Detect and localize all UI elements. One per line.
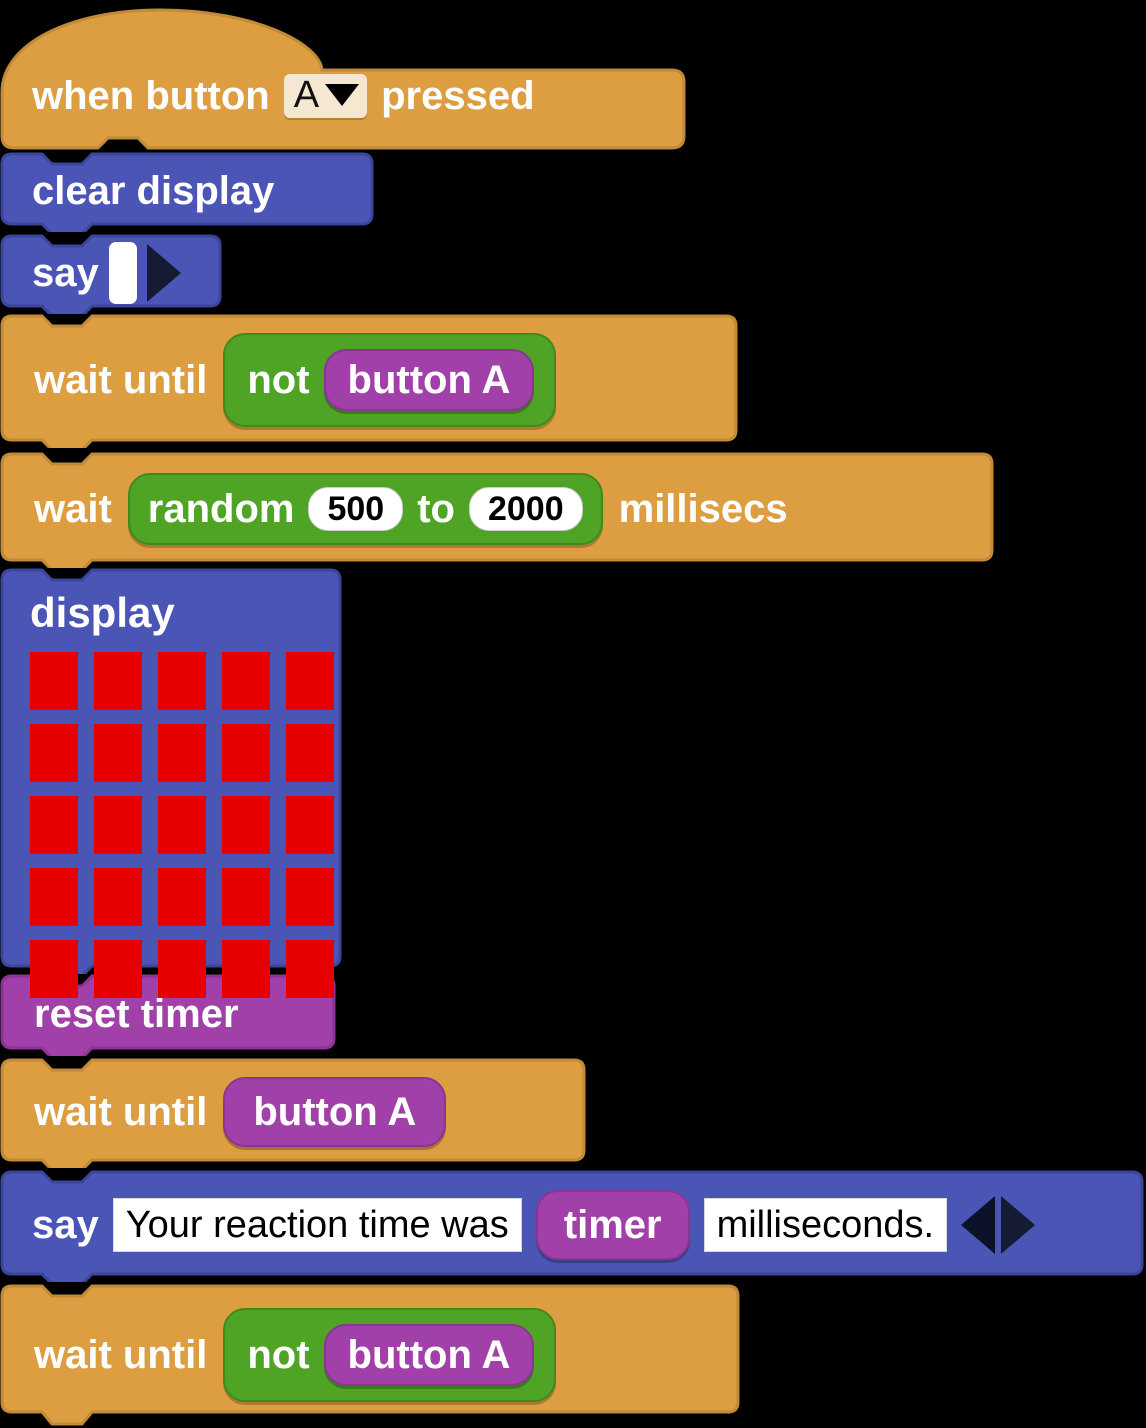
led-cell-4-0[interactable]: [30, 940, 78, 998]
wait-until-label: wait until: [34, 358, 208, 402]
button-a-sensor-block[interactable]: button A: [223, 1077, 447, 1147]
random-to-input[interactable]: 2000: [468, 487, 583, 531]
led-cell-1-1[interactable]: [94, 724, 142, 782]
expand-collapse-arrows[interactable]: [961, 1196, 1036, 1254]
collapse-arrow-left-icon[interactable]: [961, 1196, 996, 1254]
random-label: random: [147, 487, 295, 531]
timer-reporter-block[interactable]: timer: [535, 1190, 690, 1260]
led-cell-1-3[interactable]: [222, 724, 270, 782]
expand-arrow-right-icon[interactable]: [1001, 1196, 1036, 1254]
when-button-label-before: when button: [32, 74, 270, 118]
led-cell-3-1[interactable]: [94, 868, 142, 926]
say-label: say: [32, 251, 99, 295]
random-reporter-block[interactable]: random 500 to 2000: [127, 473, 603, 545]
wait-label: wait: [34, 487, 112, 531]
timer-reporter-label: timer: [563, 1203, 662, 1247]
random-to-label: to: [417, 487, 455, 531]
led-cell-4-4[interactable]: [286, 940, 334, 998]
reset-timer-label: reset timer: [34, 992, 239, 1036]
led-cell-2-0[interactable]: [30, 796, 78, 854]
button-a-sensor-block[interactable]: button A: [323, 1324, 535, 1386]
led-cell-2-2[interactable]: [158, 796, 206, 854]
display-label: display: [30, 589, 175, 636]
when-button-label-after: pressed: [381, 74, 535, 118]
led-cell-3-3[interactable]: [222, 868, 270, 926]
button-select-value: A: [293, 74, 320, 116]
wait-until-label: wait until: [34, 1333, 208, 1377]
led-cell-2-3[interactable]: [222, 796, 270, 854]
say-text-input-2[interactable]: milliseconds.: [703, 1198, 948, 1252]
led-cell-3-2[interactable]: [158, 868, 206, 926]
block-clear-display[interactable]: clear display: [0, 150, 374, 232]
led-cell-0-2[interactable]: [158, 652, 206, 710]
led-cell-3-4[interactable]: [286, 868, 334, 926]
wait-until-label: wait until: [34, 1090, 208, 1134]
block-wait-until-not-button-a-top[interactable]: wait until not button A: [0, 312, 740, 448]
led-cell-4-1[interactable]: [94, 940, 142, 998]
block-wait-random-millisecs[interactable]: wait random 500 to 2000 millisecs: [0, 450, 996, 568]
block-script-canvas: when button A pressed clear display say: [0, 0, 1146, 1428]
led-cell-2-1[interactable]: [94, 796, 142, 854]
button-a-sensor-label: button A: [347, 1333, 511, 1377]
block-when-button-pressed[interactable]: when button A pressed: [0, 4, 690, 152]
say-text-input[interactable]: [108, 242, 137, 304]
block-say-empty[interactable]: say: [0, 232, 222, 314]
led-cell-1-0[interactable]: [30, 724, 78, 782]
block-wait-until-button-a[interactable]: wait until button A: [0, 1056, 588, 1168]
led-cell-0-0[interactable]: [30, 652, 78, 710]
led-cell-0-1[interactable]: [94, 652, 142, 710]
led-cell-2-4[interactable]: [286, 796, 334, 854]
button-a-sensor-label: button A: [347, 358, 511, 402]
button-a-sensor-block[interactable]: button A: [323, 349, 535, 411]
not-operator-block[interactable]: not button A: [223, 1308, 557, 1402]
button-a-sensor-label: button A: [253, 1090, 417, 1134]
display-block-inner: display: [0, 566, 334, 998]
expand-arrow-right-icon[interactable]: [146, 244, 181, 302]
millisecs-label: millisecs: [618, 487, 788, 531]
block-say-reaction-time[interactable]: say Your reaction time was timer millise…: [0, 1168, 1146, 1282]
not-operator-label: not: [247, 1333, 310, 1377]
block-wait-until-not-button-a-bottom[interactable]: wait until not button A: [0, 1282, 742, 1428]
not-operator-block[interactable]: not button A: [223, 333, 557, 427]
random-from-input[interactable]: 500: [308, 487, 404, 531]
say-label: say: [32, 1203, 99, 1247]
led-cell-3-0[interactable]: [30, 868, 78, 926]
clear-display-label: clear display: [32, 169, 275, 213]
say-text-input-1[interactable]: Your reaction time was: [112, 1198, 522, 1252]
led-cell-0-4[interactable]: [286, 652, 334, 710]
not-operator-label: not: [247, 358, 310, 402]
button-select-dropdown[interactable]: A: [283, 74, 368, 118]
led-cell-1-4[interactable]: [286, 724, 334, 782]
led-cell-4-2[interactable]: [158, 940, 206, 998]
led-cell-4-3[interactable]: [222, 940, 270, 998]
led-matrix-grid[interactable]: [30, 652, 334, 998]
chevron-down-icon: [325, 84, 360, 106]
led-cell-0-3[interactable]: [222, 652, 270, 710]
led-cell-1-2[interactable]: [158, 724, 206, 782]
block-display-matrix[interactable]: display: [0, 566, 344, 998]
